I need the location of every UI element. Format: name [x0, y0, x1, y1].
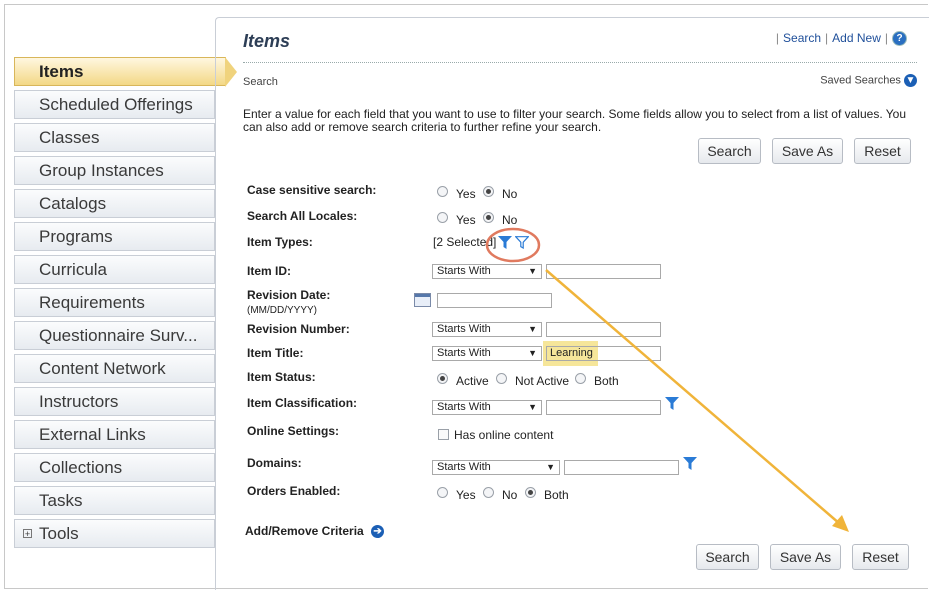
annotation-arrow — [545, 269, 849, 532]
